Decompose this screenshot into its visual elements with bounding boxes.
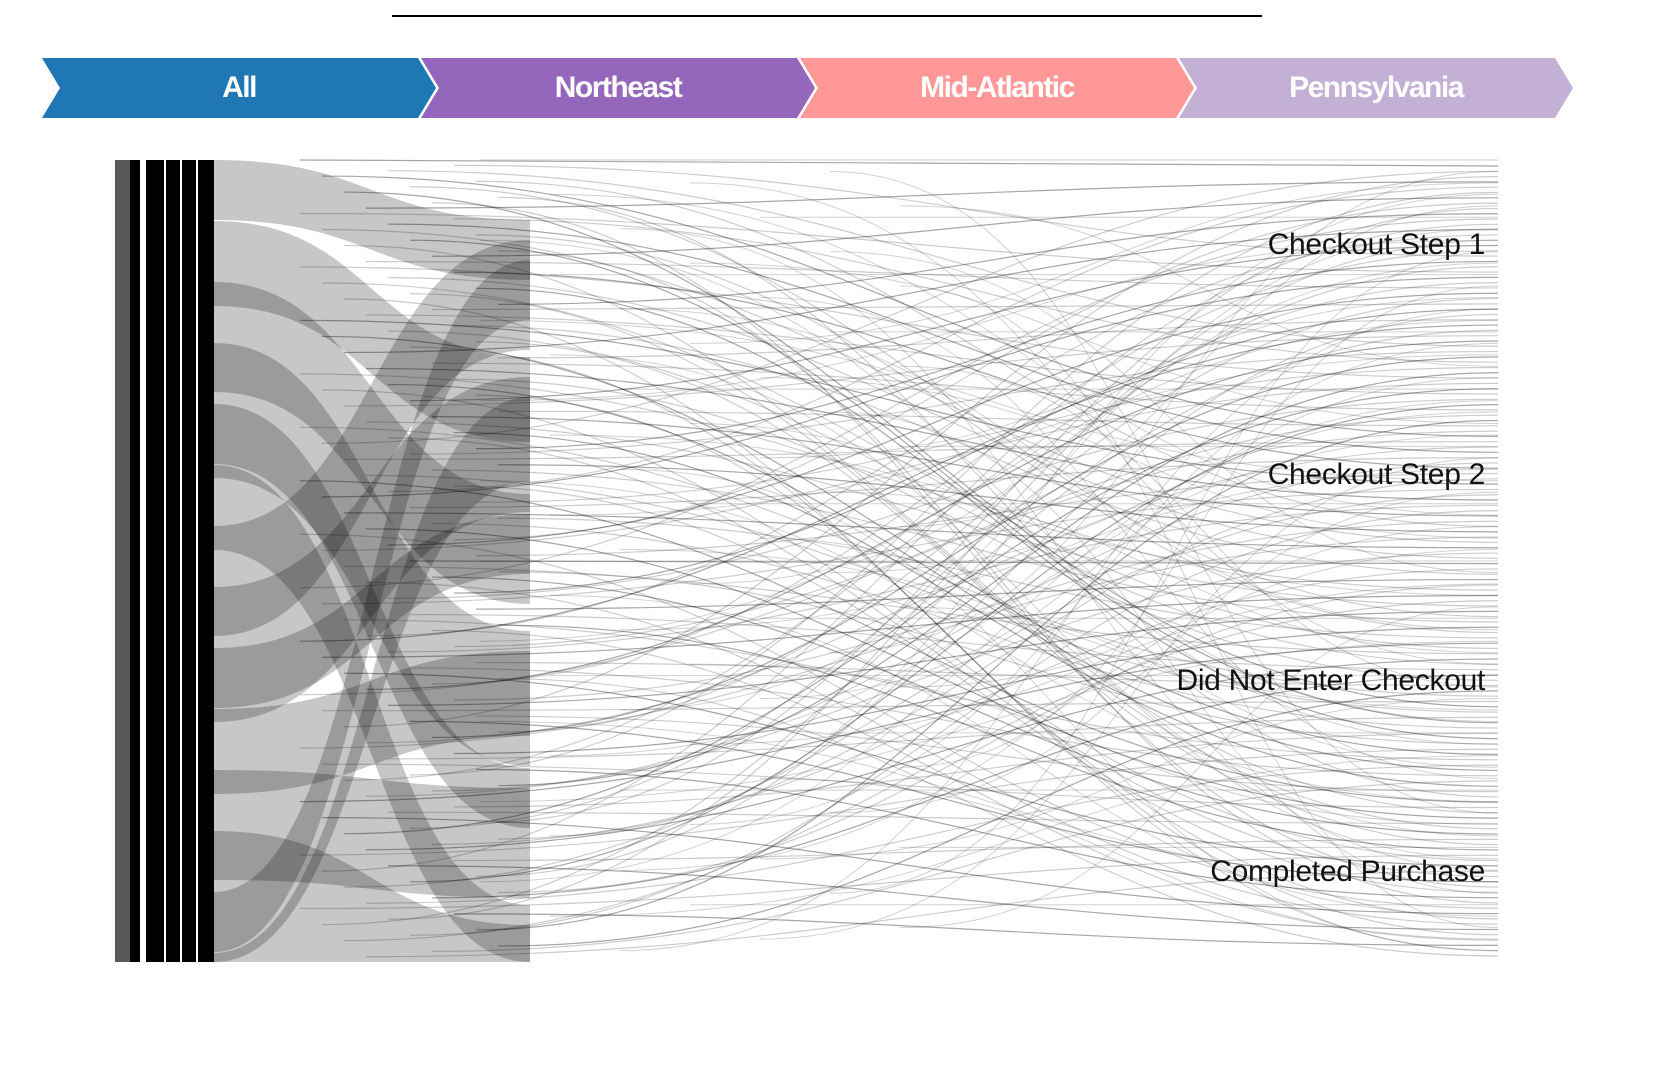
stage-label-checkout-step-1: Checkout Step 1 (1267, 228, 1486, 261)
sankey-diagram (115, 159, 1499, 962)
node-bar (182, 160, 196, 962)
sankey-link-line (387, 811, 1499, 825)
sankey-nodes (115, 160, 214, 962)
sankey-link-line (365, 421, 1499, 607)
sankey-link-line (475, 234, 1499, 634)
stage-label-checkout-step-2: Checkout Step 2 (1267, 458, 1486, 491)
sankey-links (214, 159, 1499, 962)
sankey-link-line (431, 202, 1499, 888)
node-bar (146, 160, 164, 962)
node-bar (198, 160, 214, 962)
stage-label-did-not-enter-checkout: Did Not Enter Checkout (1176, 664, 1485, 697)
node-bar (166, 160, 180, 962)
node-bar (130, 160, 140, 962)
stage-label-completed-purchase: Completed Purchase (1210, 855, 1485, 888)
